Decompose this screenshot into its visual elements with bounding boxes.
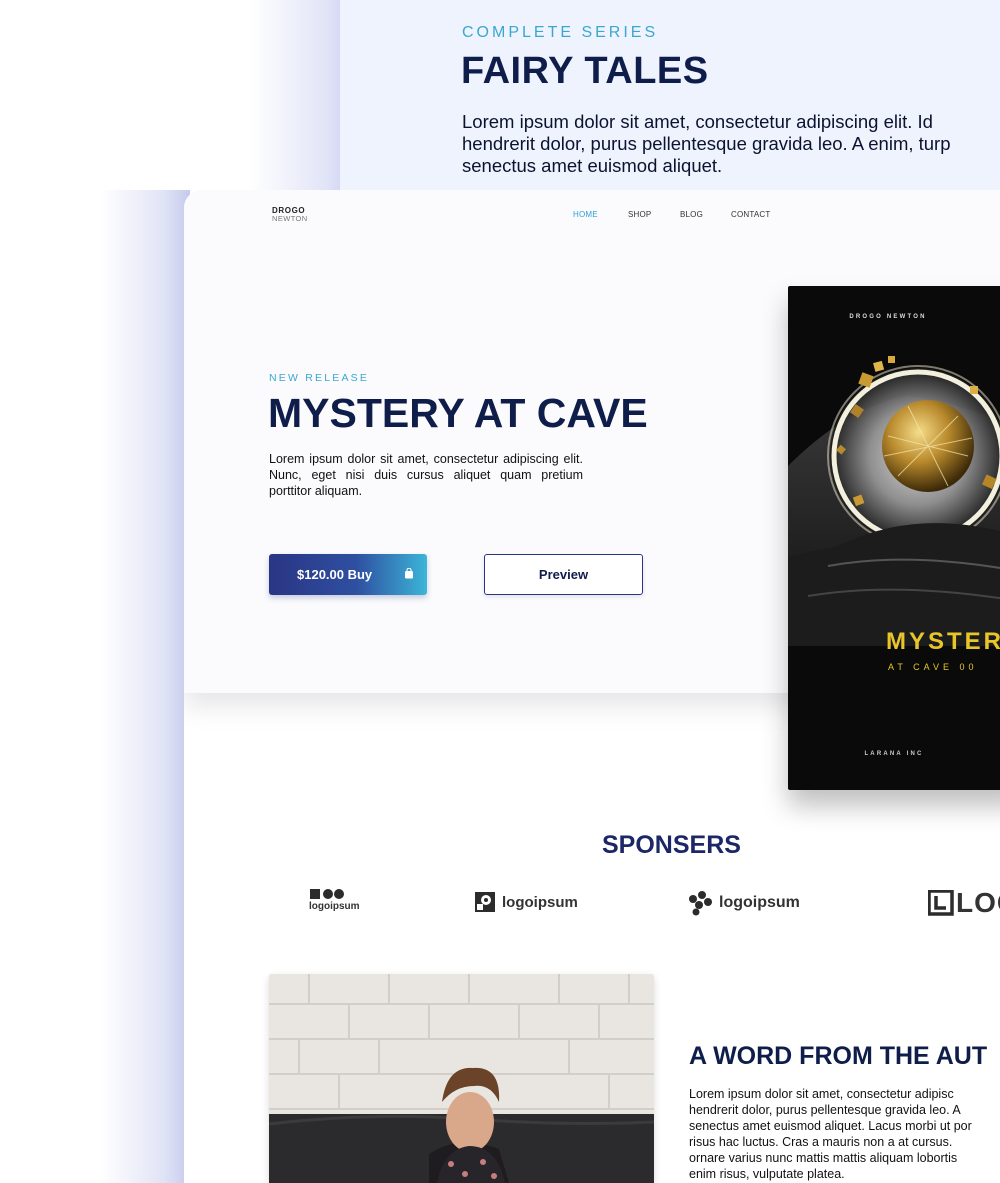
author-text-line: ornare varius nunc mattis mattis aliquam… [689, 1151, 958, 1165]
logo-line-2: NEWTON [272, 214, 308, 223]
dots-logo-icon [689, 891, 712, 916]
landing-page-card: DROGO NEWTON HOME SHOP BLOG CONTACT NEW … [184, 190, 1000, 1183]
book-cover-publisher: LARANA INC [864, 751, 924, 757]
shopping-bag-icon [405, 568, 413, 579]
preview-button[interactable]: Preview [484, 554, 643, 595]
nav-blog[interactable]: BLOG [680, 210, 703, 219]
author-section-title: A WORD FROM THE AUT [689, 1042, 988, 1070]
sponsors-title: SPONSERS [602, 831, 741, 859]
series-kicker: COMPLETE SERIES [462, 24, 659, 41]
series-description-line: senectus amet euismod aliquet. [462, 155, 723, 176]
nav-shop[interactable]: SHOP [628, 210, 651, 219]
author-photo [269, 974, 654, 1183]
pin-square-logo-icon [475, 892, 495, 912]
buy-button[interactable]: $120.00 Buy [269, 554, 427, 595]
book-cover-subtitle: AT CAVE 00 [888, 662, 978, 672]
series-description-line: hendrerit dolor, purus pellentesque grav… [462, 133, 951, 154]
cave-sphere-illustration [788, 346, 1000, 646]
site-logo[interactable]: DROGO NEWTON [272, 206, 308, 223]
author-text-line: risus hac luctus. Cras a mauris non a at… [689, 1135, 953, 1149]
book-cover[interactable]: DROGO NEWTON MYSTER AT CAVE 00 LARANA IN… [788, 286, 1000, 790]
logo-line-1: DROGO [272, 206, 306, 215]
author-text-line: senectus amet euismod aliquet. Lacus mor… [689, 1119, 972, 1133]
l-square-logo-icon [928, 890, 954, 916]
hero-kicker: NEW RELEASE [269, 372, 370, 384]
nav-home[interactable]: HOME [573, 210, 598, 219]
series-description: Lorem ipsum dolor sit amet, consectetur … [462, 111, 1000, 177]
hero-description: Lorem ipsum dolor sit amet, consectetur … [269, 452, 583, 498]
book-cover-title: MYSTERY [886, 628, 1000, 655]
hero-title: MYSTERY AT CAVE [268, 390, 648, 436]
sponsor-logo-1[interactable]: logoipsum [309, 888, 369, 912]
sponsor-logo-2-text: logoipsum [502, 894, 578, 911]
buy-button-label: $120.00 Buy [297, 567, 373, 582]
author-text-line: enim risus, vulputate platea. [689, 1167, 845, 1181]
series-description-line: Lorem ipsum dolor sit amet, consectetur … [462, 111, 933, 132]
author-photo-illustration [269, 974, 654, 1183]
nav-contact[interactable]: CONTACT [731, 210, 770, 219]
front-card-shadow [100, 190, 190, 1183]
author-text-line: Lorem ipsum dolor sit amet, consectetur … [689, 1087, 954, 1101]
sponsor-logo-1-text: logoipsum [309, 901, 360, 912]
series-title: FAIRY TALES [461, 50, 709, 92]
author-section-text: Lorem ipsum dolor sit amet, consectetur … [689, 1086, 1000, 1182]
sponsor-logo-3-text: logoipsum [719, 894, 800, 911]
book-cover-author: DROGO NEWTON [849, 314, 927, 320]
squares-logo-icon [310, 889, 344, 899]
author-text-line: hendrerit dolor, purus pellentesque grav… [689, 1103, 961, 1117]
sponsor-logo-4-text: LOG [956, 887, 1000, 918]
